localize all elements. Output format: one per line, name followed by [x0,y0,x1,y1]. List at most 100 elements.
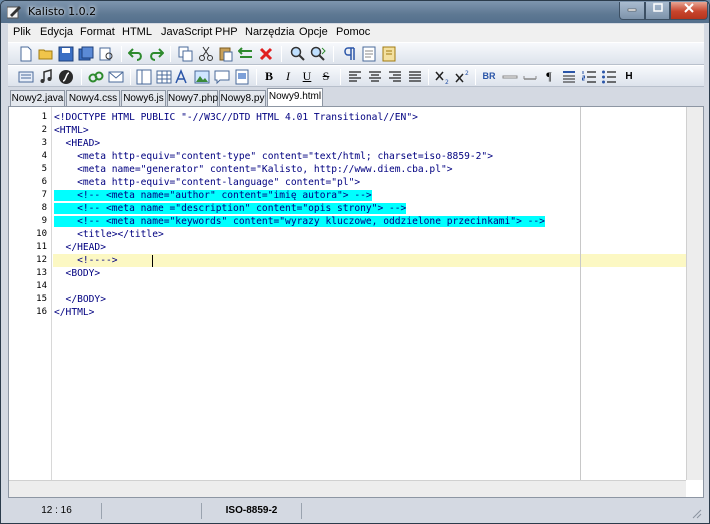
table-icon[interactable] [156,69,172,85]
copy-icon[interactable] [178,46,194,62]
svg-text:2: 2 [465,70,469,77]
subscript-icon[interactable]: 2 [434,69,450,85]
heading-lines-icon[interactable] [561,69,577,85]
pilcrow-button[interactable]: ¶ [541,68,557,85]
new-file-icon[interactable] [18,46,34,62]
code-line: </BODY> [54,294,106,305]
menu-edycja[interactable]: Edycja [40,26,73,38]
window-title: Kalisto 1.0.2 [28,5,97,18]
app-window: Kalisto 1.0.2 Plik Edycja Format HTML Ja… [0,0,710,524]
main-toolbar [8,42,704,65]
title-bar[interactable]: Kalisto 1.0.2 [1,1,709,23]
bold-button[interactable]: B [261,68,277,85]
bullet-list-icon[interactable] [601,69,617,85]
menu-narzedzia[interactable]: Narzędzia [245,26,295,38]
code-line-commented: <!-- <meta name="author" content="imię a… [54,189,372,202]
toolbar-separator [170,46,171,62]
close-button[interactable] [670,2,708,20]
line-number: 11 [36,242,47,252]
line-number: 15 [36,294,47,304]
horizontal-rule-icon[interactable] [502,69,518,85]
tab-nowy8-py[interactable]: Nowy8.py [219,90,266,106]
minimize-button[interactable] [619,2,645,20]
email-icon[interactable] [108,69,124,85]
line-number: 3 [41,138,47,148]
paste-icon[interactable] [218,46,234,62]
menu-format[interactable]: Format [80,26,115,38]
code-editor[interactable]: 1 2 3 4 5 6 7 8 9 10 11 12 13 14 15 16 <… [8,106,704,498]
toolbar-separator [121,46,122,62]
toolbar-separator [281,46,282,62]
heading-button[interactable]: H [620,68,638,85]
replace-icon[interactable] [238,46,254,62]
strikethrough-button[interactable]: S [318,68,334,85]
line-number-gutter: 1 2 3 4 5 6 7 8 9 10 11 12 13 14 15 16 [9,107,52,497]
music-icon[interactable] [38,69,54,85]
save-icon[interactable] [58,46,74,62]
maximize-icon [652,3,663,12]
frame-icon[interactable] [136,69,152,85]
vertical-scrollbar[interactable] [686,107,703,480]
form-icon[interactable] [18,69,34,85]
align-justify-icon[interactable] [407,69,423,85]
text-file-icon[interactable] [361,46,377,62]
open-folder-icon[interactable] [38,46,54,62]
paragraph-icon[interactable] [341,46,357,62]
find-next-icon[interactable] [310,46,326,62]
find-icon[interactable] [290,46,306,62]
cursor-position: 12 : 16 [12,503,102,519]
delete-icon[interactable] [258,46,274,62]
underline-button[interactable]: U [299,68,315,85]
menu-plik[interactable]: Plik [13,26,31,38]
font-icon[interactable] [174,69,190,85]
superscript-icon[interactable]: 2 [454,69,470,85]
comment-icon[interactable] [214,69,230,85]
script-icon[interactable] [234,69,250,85]
tab-nowy7-php[interactable]: Nowy7.php [167,90,218,106]
align-left-icon[interactable] [347,69,363,85]
tab-nowy2-java[interactable]: Nowy2.java [10,90,65,106]
horizontal-scrollbar[interactable] [9,480,686,497]
image-icon[interactable] [194,69,210,85]
undo-icon[interactable] [128,46,144,62]
menu-php[interactable]: PHP [215,26,238,38]
redo-icon[interactable] [148,46,164,62]
line-number: 7 [41,190,47,200]
selection-highlight: <!-- <meta name ="description" content="… [54,203,407,214]
document-tabs: Nowy2.java Nowy4.css Nowy6.js Nowy7.php … [8,88,704,106]
align-right-icon[interactable] [387,69,403,85]
html-toolbar: B I U S 2 2 BR ¶ H [8,65,704,87]
menu-javascript[interactable]: JavaScript [161,26,212,38]
menu-html[interactable]: HTML [122,26,152,38]
italic-button[interactable]: I [280,68,296,85]
tab-nowy4-css[interactable]: Nowy4.css [66,90,120,106]
status-bar: 12 : 16 ISO-8859-2 [8,501,704,521]
code-line: <HTML> [54,125,89,136]
resize-grip-icon[interactable] [690,507,702,519]
menu-pomoc[interactable]: Pomoc [336,26,370,38]
code-line: <meta http-equiv="content-type" content=… [54,151,493,162]
toolbar-separator [475,69,476,85]
tab-nowy9-html[interactable]: Nowy9.html [267,88,323,106]
cut-icon[interactable] [198,46,214,62]
svg-text:2: 2 [445,79,449,85]
numbered-list-icon[interactable] [581,69,597,85]
menu-opcje[interactable]: Opcje [299,26,328,38]
line-break-button[interactable]: BR [480,68,498,85]
code-line: <meta http-equiv="content-language" cont… [54,177,361,188]
app-logo-icon [7,6,21,19]
align-center-icon[interactable] [367,69,383,85]
line-number: 2 [41,125,47,135]
flash-icon[interactable] [58,69,74,85]
save-all-icon[interactable] [78,46,94,62]
properties-icon[interactable] [381,46,397,62]
toolbar-separator [256,69,257,85]
code-line-commented: <!-- <meta name ="description" content="… [54,202,407,215]
link-icon[interactable] [88,69,104,85]
code-line: <!----> [54,255,130,266]
nbsp-icon[interactable] [522,69,538,85]
tab-nowy6-js[interactable]: Nowy6.js [121,90,166,106]
menu-bar: Plik Edycja Format HTML JavaScript PHP N… [8,24,704,42]
print-preview-icon[interactable] [98,46,114,62]
maximize-button[interactable] [645,2,670,20]
